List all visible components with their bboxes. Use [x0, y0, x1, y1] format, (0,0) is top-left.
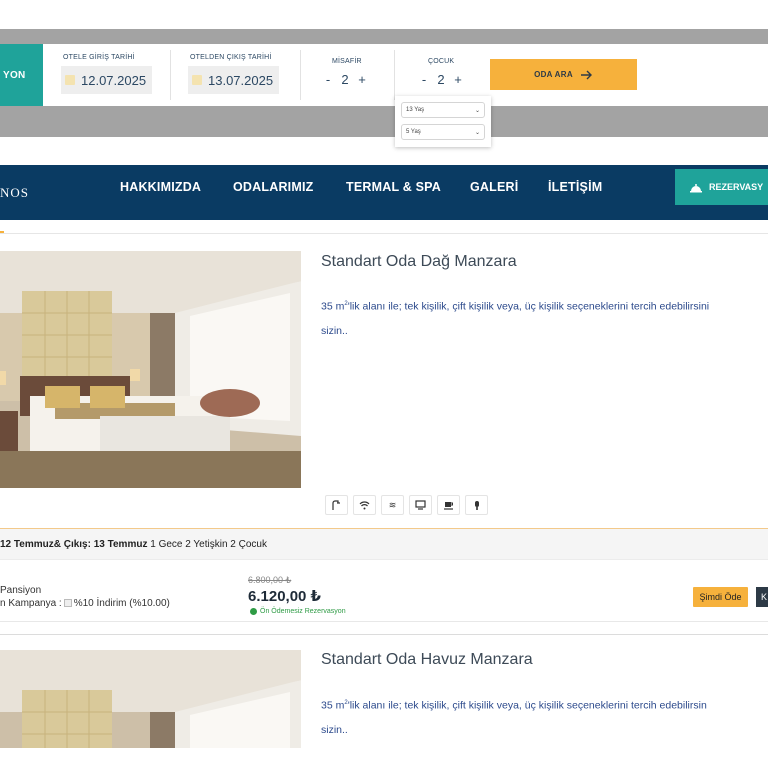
divider	[170, 50, 171, 100]
children-value: 2	[437, 72, 445, 87]
no-prepayment-note: Ön Ödemesiz Rezervasyon	[250, 608, 346, 615]
stay-summary: 1 Gece 2 Yetişkin 2 Çocuk	[147, 538, 267, 550]
room-description: 35 m2'lik alanı ile; tek kişilik, çift k…	[321, 699, 707, 736]
tv-icon	[409, 495, 432, 515]
children-minus-button[interactable]: -	[418, 72, 430, 87]
divider	[0, 634, 768, 635]
chevron-down-icon: ⌄	[474, 129, 480, 136]
search-room-button[interactable]: ODA ARA	[490, 59, 637, 90]
shower-icon	[325, 495, 348, 515]
booking-bar: YON OTELE GİRİŞ TARİHİ 12.07.2025 OTELDE…	[0, 44, 768, 106]
air-conditioner-icon: ≋	[381, 495, 404, 515]
chevron-down-icon: ⌄	[474, 107, 480, 114]
hairdryer-icon	[465, 495, 488, 515]
room-photo[interactable]	[0, 251, 301, 488]
reservation-button[interactable]: REZERVASY	[675, 169, 768, 205]
board-type: Pansiyon	[0, 585, 42, 596]
stay-summary-bar: 12 Temmuz& Çıkış: 13 Temmuz 1 Gece 2 Yet…	[0, 528, 768, 560]
checkout-label: OTELDEN ÇIKIŞ TARİHİ	[190, 54, 272, 61]
child-age-select-2[interactable]: 5 Yaş ⌄	[401, 124, 485, 140]
divider	[300, 50, 301, 100]
child-age-select-1[interactable]: 13 Yaş ⌄	[401, 102, 485, 118]
calendar-icon	[65, 75, 75, 85]
nav-item-gallery[interactable]: GALERİ	[470, 180, 518, 194]
checkout-field[interactable]: 13.07.2025	[188, 66, 279, 94]
child-age-value: 5 Yaş	[406, 129, 421, 135]
child-age-value: 13 Yaş	[406, 107, 425, 113]
no-prepayment-text: Ön Ödemesiz Rezervasyon	[260, 608, 346, 615]
arrow-right-icon	[580, 70, 592, 79]
children-plus-button[interactable]: +	[452, 72, 464, 87]
child-ages-dropdown: 13 Yaş ⌄ 5 Yaş ⌄	[395, 96, 491, 147]
guests-minus-button[interactable]: -	[322, 72, 334, 87]
main-navbar: NOS HAKKIMIZDA ODALARIMIZ TERMAL & SPA G…	[0, 165, 768, 220]
room-description: 35 m2'lik alanı ile; tek kişilik, çift k…	[321, 300, 710, 337]
divider	[0, 233, 768, 234]
children-stepper: - 2 +	[418, 72, 464, 87]
amenity-list: ≋	[325, 495, 488, 515]
new-price: 6.120,00 ₺	[248, 588, 321, 605]
desc-prefix: 35 m	[321, 300, 345, 313]
price-row: Pansiyon n Kampanya : %10 İndirim (%10.00…	[0, 570, 768, 622]
checkin-value: 12.07.2025	[81, 72, 147, 88]
campaign-info: n Kampanya : %10 İndirim (%10.00)	[0, 598, 170, 609]
pay-now-button[interactable]: Şimdi Öde	[693, 587, 748, 607]
nav-item-contact[interactable]: İLETİŞİM	[548, 180, 602, 194]
nav-item-rooms[interactable]: ODALARIMIZ	[233, 180, 313, 194]
search-room-label: ODA ARA	[534, 70, 573, 79]
room-title[interactable]: Standart Oda Dağ Manzara	[321, 253, 517, 271]
room-photo-image	[0, 650, 301, 748]
divider	[394, 50, 395, 100]
campaign-text: %10 İndirim (%10.00)	[73, 598, 170, 609]
checkout-value: 13.07.2025	[208, 72, 274, 88]
room-title[interactable]: Standart Oda Havuz Manzara	[321, 651, 533, 669]
bell-icon	[690, 184, 702, 193]
desc-prefix: 35 m	[321, 699, 345, 712]
secondary-button[interactable]: K	[756, 587, 768, 607]
guests-plus-button[interactable]: +	[356, 72, 368, 87]
guests-stepper: - 2 +	[322, 72, 368, 87]
nav-item-about[interactable]: HAKKIMIZDA	[120, 180, 201, 194]
desc-text: 'lik alanı ile; tek kişilik, çift kişili…	[347, 699, 707, 712]
guests-value: 2	[341, 72, 349, 87]
wifi-icon	[353, 495, 376, 515]
info-icon	[250, 608, 257, 615]
reservation-label: REZERVASY	[709, 182, 764, 192]
room-photo[interactable]	[0, 650, 301, 748]
stay-dates: 12 Temmuz& Çıkış: 13 Temmuz	[0, 538, 148, 550]
desc-text: 'lik alanı ile; tek kişilik, çift kişili…	[347, 300, 710, 313]
old-price: 6.800,00 ₺	[248, 575, 292, 585]
checkin-label: OTELE GİRİŞ TARİHİ	[63, 54, 135, 61]
nav-item-spa[interactable]: TERMAL & SPA	[346, 180, 441, 194]
children-label: ÇOCUK	[428, 58, 455, 65]
coffee-icon	[437, 495, 460, 515]
room-photo-image	[0, 251, 301, 488]
logo[interactable]: NOS	[0, 185, 29, 201]
checkin-field[interactable]: 12.07.2025	[61, 66, 152, 94]
desc-line2: sizin..	[321, 723, 348, 736]
calendar-icon	[192, 75, 202, 85]
booking-tab[interactable]: YON	[0, 44, 43, 106]
campaign-label: n Kampanya :	[0, 598, 62, 609]
guests-label: MİSAFİR	[332, 58, 362, 65]
desc-line2: sizin..	[321, 324, 348, 337]
campaign-checkbox[interactable]	[63, 599, 72, 608]
